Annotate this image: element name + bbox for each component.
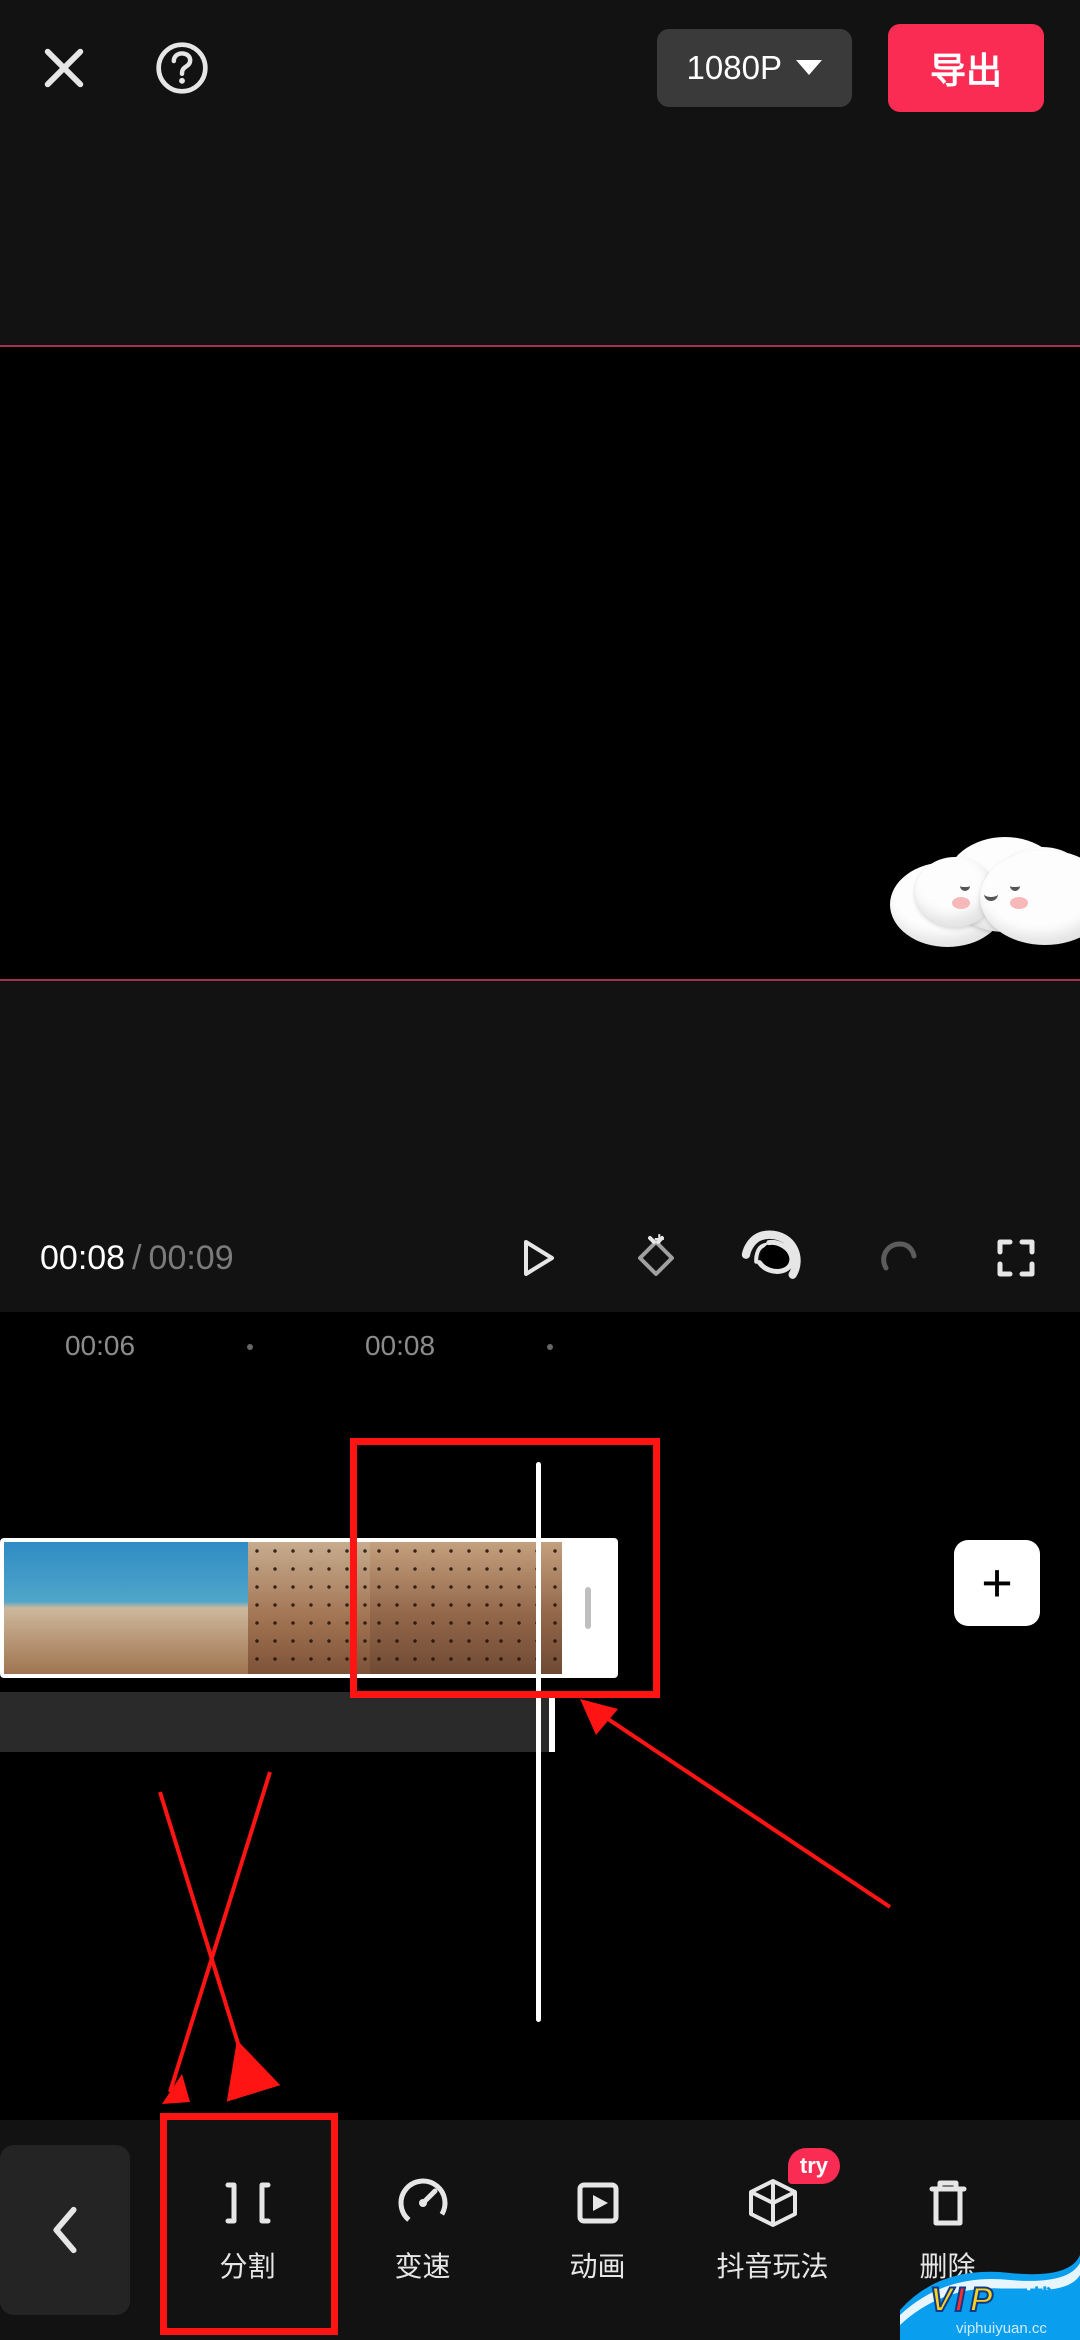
playback-row: 00:08/00:09 + xyxy=(0,1218,1080,1298)
time-current: 00:08 xyxy=(40,1239,125,1277)
close-icon xyxy=(36,40,92,96)
redo-icon xyxy=(872,1234,920,1282)
tool-split[interactable]: 分割 xyxy=(160,2120,335,2340)
watermark-url: viphuiyuan.cc xyxy=(956,2320,1047,2337)
help-button[interactable] xyxy=(154,40,210,96)
ruler-tick: 00:08 xyxy=(365,1330,435,1362)
chevron-down-icon xyxy=(796,60,822,75)
watermark-sub: 下载 xyxy=(1002,2285,1054,2315)
try-badge: try xyxy=(788,2148,840,2184)
add-clip-button[interactable]: + xyxy=(954,1540,1040,1626)
top-left-group xyxy=(36,40,210,96)
trash-icon xyxy=(920,2175,976,2231)
toolbar-back-button[interactable] xyxy=(0,2145,130,2315)
tool-label: 变速 xyxy=(394,2245,450,2285)
tool-animation[interactable]: 动画 xyxy=(510,2120,685,2340)
tool-label: 动画 xyxy=(569,2245,625,2285)
undo-icon xyxy=(236,1218,1080,1298)
ruler-tick: 00:06 xyxy=(65,1330,135,1362)
watermark: V I P 下载 viphuiyuan.cc xyxy=(900,2255,1080,2340)
ruler-dot xyxy=(247,1344,253,1350)
speed-icon xyxy=(395,2175,451,2231)
close-button[interactable] xyxy=(36,40,92,96)
clip-thumbnail xyxy=(4,1542,126,1674)
ruler-dot xyxy=(547,1344,553,1350)
help-icon xyxy=(154,40,210,96)
playhead[interactable] xyxy=(536,1462,541,2022)
clip-thumbnail xyxy=(126,1542,248,1674)
tool-douyin-play[interactable]: try 抖音玩法 xyxy=(685,2120,860,2340)
tool-label: 抖音玩法 xyxy=(716,2245,828,2285)
time-total: 00:09 xyxy=(149,1239,234,1277)
svg-text:P: P xyxy=(970,2281,993,2319)
video-preview[interactable] xyxy=(0,345,1080,981)
preview-sticker-cloud xyxy=(890,837,1080,957)
plus-icon: + xyxy=(981,1552,1013,1614)
video-clip[interactable] xyxy=(0,1538,618,1678)
export-label: 导出 xyxy=(930,50,1002,91)
redo-button[interactable] xyxy=(872,1234,920,1282)
annotation-arrow xyxy=(140,1772,300,2112)
timeline-ruler: 00:06 00:08 xyxy=(0,1330,1080,1370)
top-bar: 1080P 导出 xyxy=(0,0,1080,135)
svg-text:V: V xyxy=(930,2281,956,2319)
split-icon xyxy=(220,2175,276,2231)
secondary-track[interactable] xyxy=(0,1692,555,1752)
clip-thumbnail xyxy=(370,1542,492,1674)
export-button[interactable]: 导出 xyxy=(888,24,1044,112)
animation-icon xyxy=(570,2175,626,2231)
clip-thumbnail xyxy=(248,1542,370,1674)
resolution-label: 1080P xyxy=(687,49,782,87)
svg-text:I: I xyxy=(955,2281,966,2319)
undo-button[interactable] xyxy=(752,1234,800,1282)
clip-trim-handle[interactable] xyxy=(562,1542,614,1674)
time-display: 00:08/00:09 xyxy=(40,1239,234,1278)
tool-label: 分割 xyxy=(219,2245,275,2285)
timeline[interactable]: 00:06 00:08 + xyxy=(0,1312,1080,2120)
top-right-group: 1080P 导出 xyxy=(657,24,1044,112)
playback-controls: + xyxy=(512,1234,1040,1282)
tool-speed[interactable]: 变速 xyxy=(335,2120,510,2340)
chevron-left-icon xyxy=(47,2204,83,2256)
annotation-arrow xyxy=(560,1687,900,1917)
resolution-dropdown[interactable]: 1080P xyxy=(657,29,852,107)
